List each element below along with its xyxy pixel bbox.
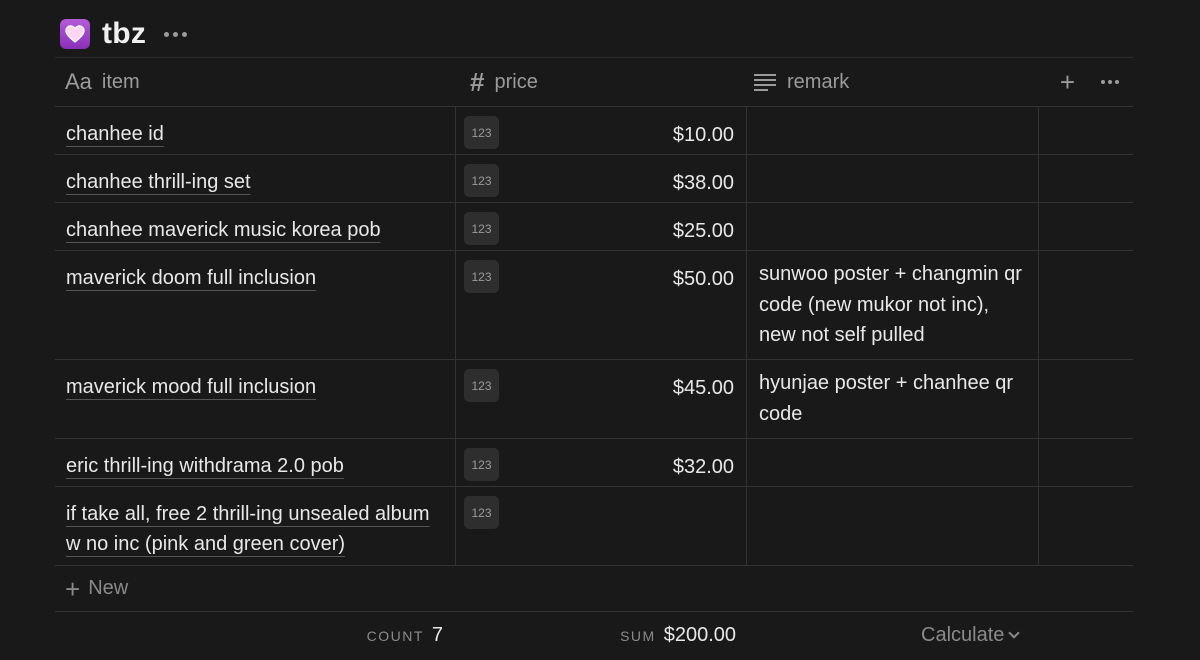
text-property-icon: Aa [65, 69, 92, 94]
more-icon[interactable] [1101, 80, 1119, 84]
item-title[interactable]: eric thrill-ing withdrama 2.0 pob [66, 455, 344, 477]
empty-cell [1039, 251, 1133, 359]
price-cell[interactable]: 123 $10.00 [456, 107, 747, 154]
remark-text: sunwoo poster + changmin qr code (new mu… [759, 263, 1022, 346]
item-cell[interactable]: eric thrill-ing withdrama 2.0 pob [55, 439, 456, 486]
column-label-item: item [101, 70, 140, 93]
item-title[interactable]: if take all, free 2 thrill-ing unsealed … [66, 503, 430, 555]
remark-text: hyunjae poster + chanhee qr code [759, 372, 1014, 425]
item-cell[interactable]: if take all, free 2 thrill-ing unsealed … [55, 487, 456, 565]
item-title[interactable]: maverick mood full inclusion [66, 376, 316, 398]
remark-cell[interactable]: sunwoo poster + changmin qr code (new mu… [747, 251, 1039, 359]
more-options-icon[interactable] [164, 19, 188, 49]
count-calculation[interactable]: COUNT 7 [367, 624, 443, 647]
table-row[interactable]: chanhee thrill-ing set 123 $38.00 [55, 155, 1133, 203]
item-cell[interactable]: maverick mood full inclusion [55, 360, 456, 438]
number-badge: 123 [464, 164, 499, 197]
column-label-remark: remark [787, 70, 850, 93]
price-value: $10.00 [672, 124, 734, 146]
sum-label: SUM [620, 627, 656, 644]
number-badge: 123 [464, 448, 499, 481]
price-cell[interactable]: 123 $38.00 [456, 155, 747, 202]
new-row-label: New [88, 577, 129, 599]
table-row[interactable]: if take all, free 2 thrill-ing unsealed … [55, 487, 1133, 566]
empty-cell [1039, 203, 1133, 250]
count-label: COUNT [366, 627, 424, 644]
column-header-price[interactable]: # price [456, 58, 747, 106]
item-cell[interactable]: chanhee thrill-ing set [55, 155, 456, 202]
number-badge: 123 [464, 212, 499, 245]
heart-icon[interactable] [60, 19, 90, 49]
notion-page: tbz Aa item # price remark + chanhee id … [0, 0, 1200, 660]
table-row[interactable]: chanhee maverick music korea pob 123 $25.… [55, 203, 1133, 251]
calculate-dropdown[interactable]: Calculate [921, 623, 1021, 647]
item-title[interactable]: maverick doom full inclusion [66, 267, 316, 289]
plus-icon: + [65, 573, 81, 604]
number-badge: 123 [464, 260, 499, 293]
add-property-icon[interactable]: + [1060, 69, 1075, 95]
number-badge: 123 [464, 116, 499, 149]
number-badge: 123 [464, 369, 499, 402]
table-row[interactable]: chanhee id 123 $10.00 [55, 107, 1133, 155]
chevron-down-icon [1008, 627, 1021, 639]
price-cell[interactable]: 123 $50.00 [456, 251, 747, 359]
remark-cell[interactable] [747, 107, 1039, 154]
price-value: $38.00 [672, 172, 734, 194]
price-value: $45.00 [672, 377, 734, 399]
header-actions: + [1039, 58, 1133, 106]
new-row-button[interactable]: + New [55, 566, 1133, 612]
price-cell[interactable]: 123 $32.00 [456, 439, 747, 486]
column-header-remark[interactable]: remark [747, 58, 1039, 106]
column-header-item[interactable]: Aa item [55, 58, 456, 106]
count-value: 7 [431, 623, 443, 646]
number-property-icon: # [470, 66, 485, 97]
item-title[interactable]: chanhee maverick music korea pob [66, 219, 381, 241]
table-row[interactable]: maverick mood full inclusion 123 $45.00 h… [55, 360, 1133, 439]
remark-cell[interactable] [747, 155, 1039, 202]
page-title[interactable]: tbz [102, 17, 146, 51]
price-cell[interactable]: 123 $45.00 [456, 360, 747, 438]
price-value: $25.00 [672, 220, 734, 242]
table-footer: COUNT 7 SUM $200.00 Calculate [55, 612, 1133, 658]
table-header: Aa item # price remark + [55, 57, 1133, 107]
table-body: chanhee id 123 $10.00 chanhee thrill-ing … [55, 107, 1133, 566]
empty-cell [1039, 360, 1133, 438]
item-cell[interactable]: chanhee id [55, 107, 456, 154]
empty-cell [1039, 439, 1133, 486]
sum-calculation[interactable]: SUM $200.00 [620, 624, 736, 647]
page-header: tbz [60, 14, 188, 54]
calculate-label: Calculate [921, 623, 1005, 646]
price-value: $32.00 [672, 456, 734, 478]
remark-cell[interactable] [747, 439, 1039, 486]
item-title[interactable]: chanhee id [66, 123, 164, 145]
remark-cell[interactable] [747, 203, 1039, 250]
column-label-price: price [494, 70, 538, 93]
number-badge: 123 [464, 496, 499, 529]
item-cell[interactable]: maverick doom full inclusion [55, 251, 456, 359]
remark-cell[interactable]: hyunjae poster + chanhee qr code [747, 360, 1039, 438]
empty-cell [1039, 487, 1133, 565]
item-title[interactable]: chanhee thrill-ing set [66, 171, 251, 193]
empty-cell [1039, 107, 1133, 154]
table-row[interactable]: maverick doom full inclusion 123 $50.00 s… [55, 251, 1133, 360]
sum-value: $200.00 [663, 623, 736, 646]
list-icon [753, 72, 777, 92]
table-row[interactable]: eric thrill-ing withdrama 2.0 pob 123 $32… [55, 439, 1133, 487]
price-value: $50.00 [672, 268, 734, 290]
database-table: Aa item # price remark + chanhee id 123 … [55, 57, 1133, 658]
price-cell[interactable]: 123 $25.00 [456, 203, 747, 250]
empty-cell [1039, 155, 1133, 202]
remark-cell[interactable] [747, 487, 1039, 565]
item-cell[interactable]: chanhee maverick music korea pob [55, 203, 456, 250]
price-cell[interactable]: 123 [456, 487, 747, 565]
